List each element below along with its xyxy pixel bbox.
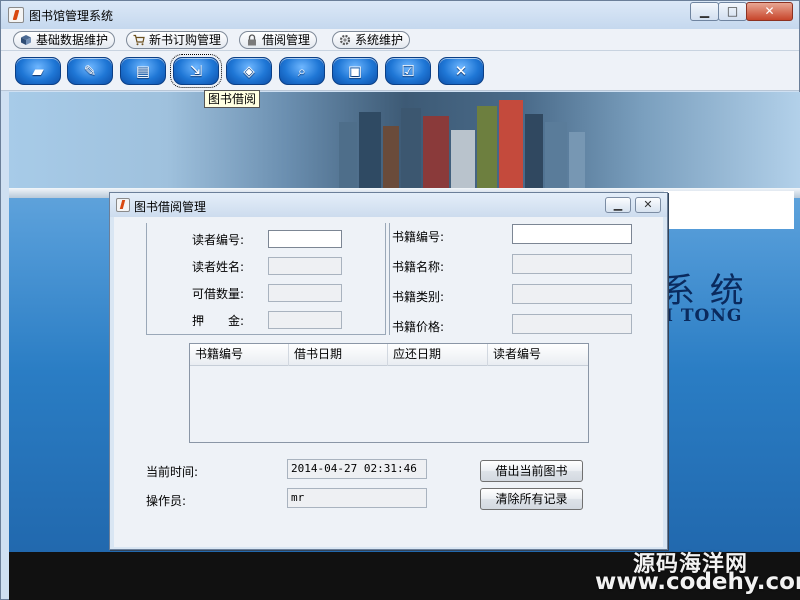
menu-basic-data[interactable]: 基础数据维护 (13, 31, 116, 49)
reader-id-label: 读者编号: (192, 233, 245, 247)
column-header-due-date[interactable]: 应还日期 (388, 344, 488, 366)
main-window: 图书馆管理系统 ▁ □ ✕ 基础数据维护 新书订购管理 借阅管理 系统维护 ▰ … (0, 0, 800, 600)
brand-text-cn: 系 统 (661, 271, 746, 311)
title-bar[interactable]: 图书馆管理系统 ▁ □ ✕ (1, 1, 799, 29)
deposit-label: 押 金: (192, 314, 245, 328)
menu-system-maintenance[interactable]: 系统维护 (332, 31, 411, 49)
toolbar-checklist-button[interactable]: ☑ (385, 57, 431, 85)
lock-icon (248, 34, 256, 46)
menu-borrow-management[interactable]: 借阅管理 (239, 31, 318, 49)
window-controls: ▁ □ ✕ (690, 2, 793, 21)
watermark-url: www.codehy.com (595, 569, 800, 595)
bookshelf-image (9, 92, 800, 192)
borrow-icon: ⇲ (189, 62, 203, 80)
close-icon: ✕ (643, 198, 653, 211)
borrow-quota-label: 可借数量: (192, 287, 245, 301)
checklist-icon: ☑ (401, 62, 415, 80)
dialog-close-button[interactable]: ✕ (635, 197, 661, 213)
brand-text-en: I TONG (665, 306, 743, 326)
pen-icon: ✎ (83, 62, 97, 80)
borrow-management-dialog: 图书借阅管理 ▁ ✕ 读者编号: 读者姓名: 可借数量: 押 金: 书籍编号: … (109, 192, 668, 550)
toolbar-box-button[interactable]: ◈ (226, 57, 272, 85)
window-title: 图书馆管理系统 (29, 9, 114, 23)
reader-name-field (268, 257, 342, 275)
toolbar-pen-button[interactable]: ✎ (67, 57, 113, 85)
toolbar-card-button[interactable]: ▤ (120, 57, 166, 85)
operator-field: mr (287, 488, 427, 508)
toolbar-exit-button[interactable]: ✕ (438, 57, 484, 85)
card-icon: ▤ (135, 62, 151, 80)
clear-records-button[interactable]: 清除所有记录 (480, 488, 583, 510)
toolbar-borrow-button[interactable]: ⇲ (170, 54, 222, 88)
book-id-label: 书籍编号: (392, 230, 445, 244)
book-name-field (512, 254, 632, 274)
java-app-icon (8, 7, 24, 23)
borrow-quota-field (268, 284, 342, 302)
dialog-title: 图书借阅管理 (134, 200, 207, 214)
menu-label: 借阅管理 (262, 33, 311, 47)
column-header-borrow-date[interactable]: 借书日期 (289, 344, 388, 366)
java-app-icon (116, 198, 130, 212)
reader-info-group (146, 223, 386, 335)
dialog-body: 读者编号: 读者姓名: 可借数量: 押 金: 书籍编号: 书籍名称: 书籍类别:… (114, 217, 663, 547)
toolbar-book-button[interactable]: ▰ (15, 57, 61, 85)
toolbar-monitor-button[interactable]: ▣ (332, 57, 378, 85)
column-header-book-id[interactable]: 书籍编号 (190, 344, 289, 366)
minimize-icon: ▁ (699, 4, 710, 18)
book-id-input[interactable] (512, 224, 632, 244)
book-icon: ▰ (32, 62, 44, 80)
book-type-field (512, 284, 632, 304)
dialog-controls: ▁ ✕ (601, 197, 661, 213)
box-icon: ◈ (243, 62, 255, 80)
book-price-field (512, 314, 632, 334)
reader-name-label: 读者姓名: (192, 260, 245, 274)
book-name-label: 书籍名称: (392, 260, 445, 274)
maximize-icon: □ (726, 4, 739, 18)
close-button[interactable]: ✕ (746, 2, 793, 21)
monitor-icon: ▣ (347, 62, 363, 80)
toolbar: ▰ ✎ ▤ ⇲ ◈ ⌕ ▣ ☑ ✕ (1, 51, 799, 91)
toolbar-search-button[interactable]: ⌕ (279, 57, 325, 85)
menu-bar: 基础数据维护 新书订购管理 借阅管理 系统维护 (1, 29, 799, 51)
book-price-label: 书籍价格: (392, 320, 445, 334)
reader-id-input[interactable] (268, 230, 342, 248)
menu-label: 基础数据维护 (36, 33, 109, 47)
magnifier-icon: ⌕ (297, 62, 307, 80)
current-time-field: 2014-04-27 02:31:46 (287, 459, 427, 479)
operator-label: 操作员: (146, 494, 187, 508)
cart-icon (133, 34, 145, 46)
deposit-field (268, 311, 342, 329)
menu-new-book-order[interactable]: 新书订购管理 (126, 31, 229, 49)
table-header: 书籍编号 借书日期 应还日期 读者编号 (190, 344, 588, 366)
gear-icon (339, 34, 351, 46)
book-type-label: 书籍类别: (392, 290, 445, 304)
dialog-title-bar[interactable]: 图书借阅管理 ▁ ✕ (110, 193, 667, 217)
exit-icon: ✕ (454, 62, 468, 80)
borrow-records-table[interactable]: 书籍编号 借书日期 应还日期 读者编号 (189, 343, 589, 443)
maximize-button[interactable]: □ (718, 2, 747, 21)
column-header-reader-id[interactable]: 读者编号 (488, 344, 588, 366)
minimize-button[interactable]: ▁ (690, 2, 719, 21)
toolbar-tooltip: 图书借阅 (204, 90, 261, 108)
dialog-minimize-button[interactable]: ▁ (605, 197, 631, 213)
database-icon (21, 35, 31, 45)
minimize-icon: ▁ (613, 198, 623, 211)
menu-label: 系统维护 (355, 33, 404, 47)
borrow-book-button[interactable]: 借出当前图书 (480, 460, 583, 482)
menu-label: 新书订购管理 (149, 33, 222, 47)
banner-white-strip (664, 191, 794, 229)
close-icon: ✕ (764, 4, 775, 18)
current-time-label: 当前时间: (146, 465, 199, 479)
